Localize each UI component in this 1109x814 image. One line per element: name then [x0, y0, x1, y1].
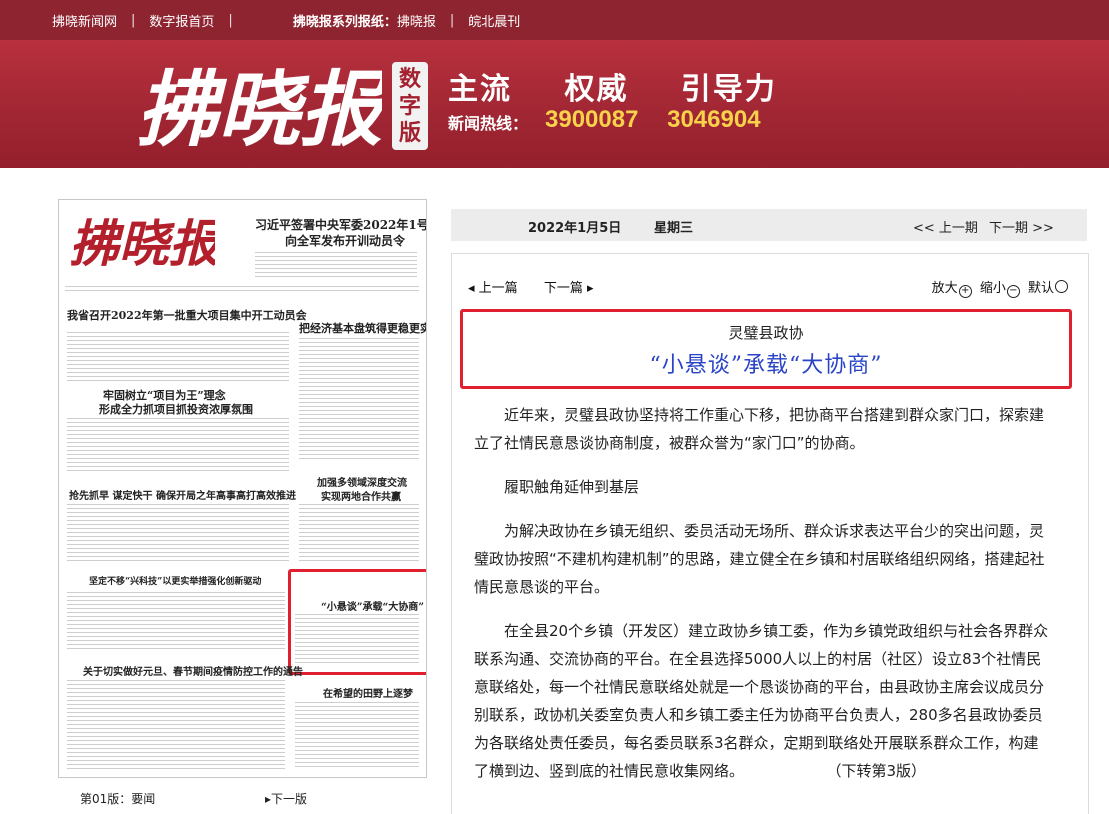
thumb-masthead: 拂晓报	[69, 214, 215, 273]
nav-separator: |	[131, 12, 136, 28]
thumb-text-block	[65, 286, 419, 292]
continued-note: （下转第3版）	[834, 762, 927, 780]
circle-icon	[1055, 280, 1068, 293]
plus-circle-icon: +	[958, 285, 972, 298]
next-issue-link[interactable]: 下一期 >>	[989, 217, 1054, 236]
next-article-link[interactable]: 下一篇 ▸	[544, 281, 594, 296]
masthead-banner: 拂晓报 数 字 版 主流 权威 引导力 新闻热线： 3900087 304690…	[0, 40, 1109, 168]
slogan: 主流 权威 引导力	[448, 72, 777, 107]
nav-series-label: 拂晓报系列报纸：	[292, 14, 397, 30]
thumb-text-block	[67, 418, 289, 474]
zoom-in-button[interactable]: 放大 +	[932, 281, 976, 298]
thumb-headline[interactable]: 坚定不移“兴科技”以更实举措强化创新驱动	[89, 574, 261, 587]
page-label[interactable]: 第01版：要闻	[58, 790, 155, 807]
thumb-headline[interactable]: 实现两地合作共赢	[321, 488, 401, 503]
current-article-highlight[interactable]	[288, 569, 426, 675]
svg-text:拂晓报: 拂晓报	[69, 214, 215, 273]
font-zoom-controls: 放大 + 缩小 − 默认	[932, 277, 1072, 298]
article-subheading: 履职触角延伸到基层	[504, 478, 640, 496]
article-nav: ◂ 上一篇 下一篇 ▸	[468, 277, 594, 296]
article-headline: “小悬谈”承载“大协商”	[649, 353, 883, 378]
prev-article-link[interactable]: ◂ 上一篇	[468, 281, 518, 296]
top-nav: 拂晓新闻网 | 数字报首页 | 拂晓报系列报纸： 拂晓报 | 皖北晨刊	[0, 0, 1109, 40]
thumb-text-block	[67, 332, 289, 382]
nav-link-news-site[interactable]: 拂晓新闻网	[52, 11, 117, 30]
nav-separator: |	[228, 12, 233, 28]
thumb-headline[interactable]: 习近平签署中央军委2022年1号命令	[255, 216, 426, 233]
nav-link-digital-home[interactable]: 数字报首页	[149, 11, 214, 30]
thumb-headline[interactable]: 在希望的田野上逐梦	[323, 685, 413, 700]
thumb-headline[interactable]: 关于切实做好元旦、春节期间疫情防控工作的通告	[83, 663, 303, 678]
zoom-out-button[interactable]: 缩小 −	[980, 281, 1024, 298]
issue-weekday: 星期三	[654, 221, 694, 236]
issue-date: 2022年1月5日	[528, 221, 622, 236]
article-panel: ◂ 上一篇 下一篇 ▸ 放大 + 缩小 − 默认 灵璧县政协 “小悬谈”承载“大协商…	[451, 253, 1089, 814]
thumb-headline[interactable]: 加强多领域深度交流	[317, 474, 407, 489]
thumb-headline[interactable]: 抢先抓早 谋定快干 确保开局之年高事高打高效推进	[69, 487, 296, 502]
article-title-box: 灵璧县政协 “小悬谈”承载“大协商”	[460, 309, 1072, 389]
zoom-default-button[interactable]: 默认	[1028, 280, 1072, 296]
logo-text: 拂晓报	[136, 62, 382, 158]
article-paragraph: 近年来，灵璧县政协坚持将工作重心下移，把协商平台搭建到群众家门口，探索建立了社情…	[474, 406, 1045, 452]
article-body: 近年来，灵璧县政协坚持将工作重心下移，把协商平台搭建到群众家门口，探索建立了社情…	[474, 401, 1052, 785]
arrow-left-icon: ◂	[468, 281, 479, 296]
minus-circle-icon: −	[1006, 285, 1020, 298]
nav-link-wanbei[interactable]: 皖北晨刊	[468, 11, 520, 30]
thumb-text-block	[295, 702, 419, 770]
article-kicker: 灵璧县政协	[728, 324, 804, 342]
thumb-text-block	[255, 252, 417, 280]
fuxiaobao-logo: 拂晓报	[136, 62, 382, 158]
thumb-headline[interactable]: 形成全力抓项目抓投资浓厚氛围	[99, 401, 253, 417]
thumb-text-block	[67, 504, 289, 564]
page-thumbnail[interactable]: 拂晓报 习近平签署中央军委2022年1号命令 向全军发布开训动员令 我省召开20…	[58, 199, 427, 778]
thumb-headline[interactable]: 向全军发布开训动员令	[285, 232, 405, 249]
digital-edition-badge: 数 字 版	[392, 62, 428, 150]
thumb-text-block	[299, 338, 419, 462]
thumb-text-block	[299, 504, 419, 564]
arrow-right-icon: ▸	[582, 281, 594, 296]
nav-link-fuxiaobao[interactable]: 拂晓报	[397, 11, 436, 30]
hotline-numbers: 3900087 3046904	[545, 106, 761, 133]
nav-separator: |	[449, 12, 455, 28]
thumb-text-block	[67, 680, 285, 770]
prev-issue-link[interactable]: << 上一期	[913, 217, 978, 236]
hotline-label: 新闻热线：	[448, 114, 529, 133]
article-paragraph: 为解决政协在乡镇无组织、委员活动无场所、群众诉求表达平台少的突出问题，灵璧政协按…	[474, 522, 1045, 596]
thumb-headline[interactable]: 把经济基本盘筑得更稳更实	[299, 320, 426, 336]
thumb-headline[interactable]: 我省召开2022年第一批重大项目集中开工动员会	[67, 307, 307, 323]
article-paragraph: 在全县20个乡镇（开发区）建立政协乡镇工委，作为乡镇党政组织与社会各界群众联系沟…	[474, 622, 1049, 780]
issue-date-bar: 2022年1月5日 星期三 << 上一期 下一期 >>	[451, 209, 1087, 241]
thumb-text-block	[67, 592, 285, 650]
next-page-link[interactable]: ▸下一版	[265, 790, 307, 807]
